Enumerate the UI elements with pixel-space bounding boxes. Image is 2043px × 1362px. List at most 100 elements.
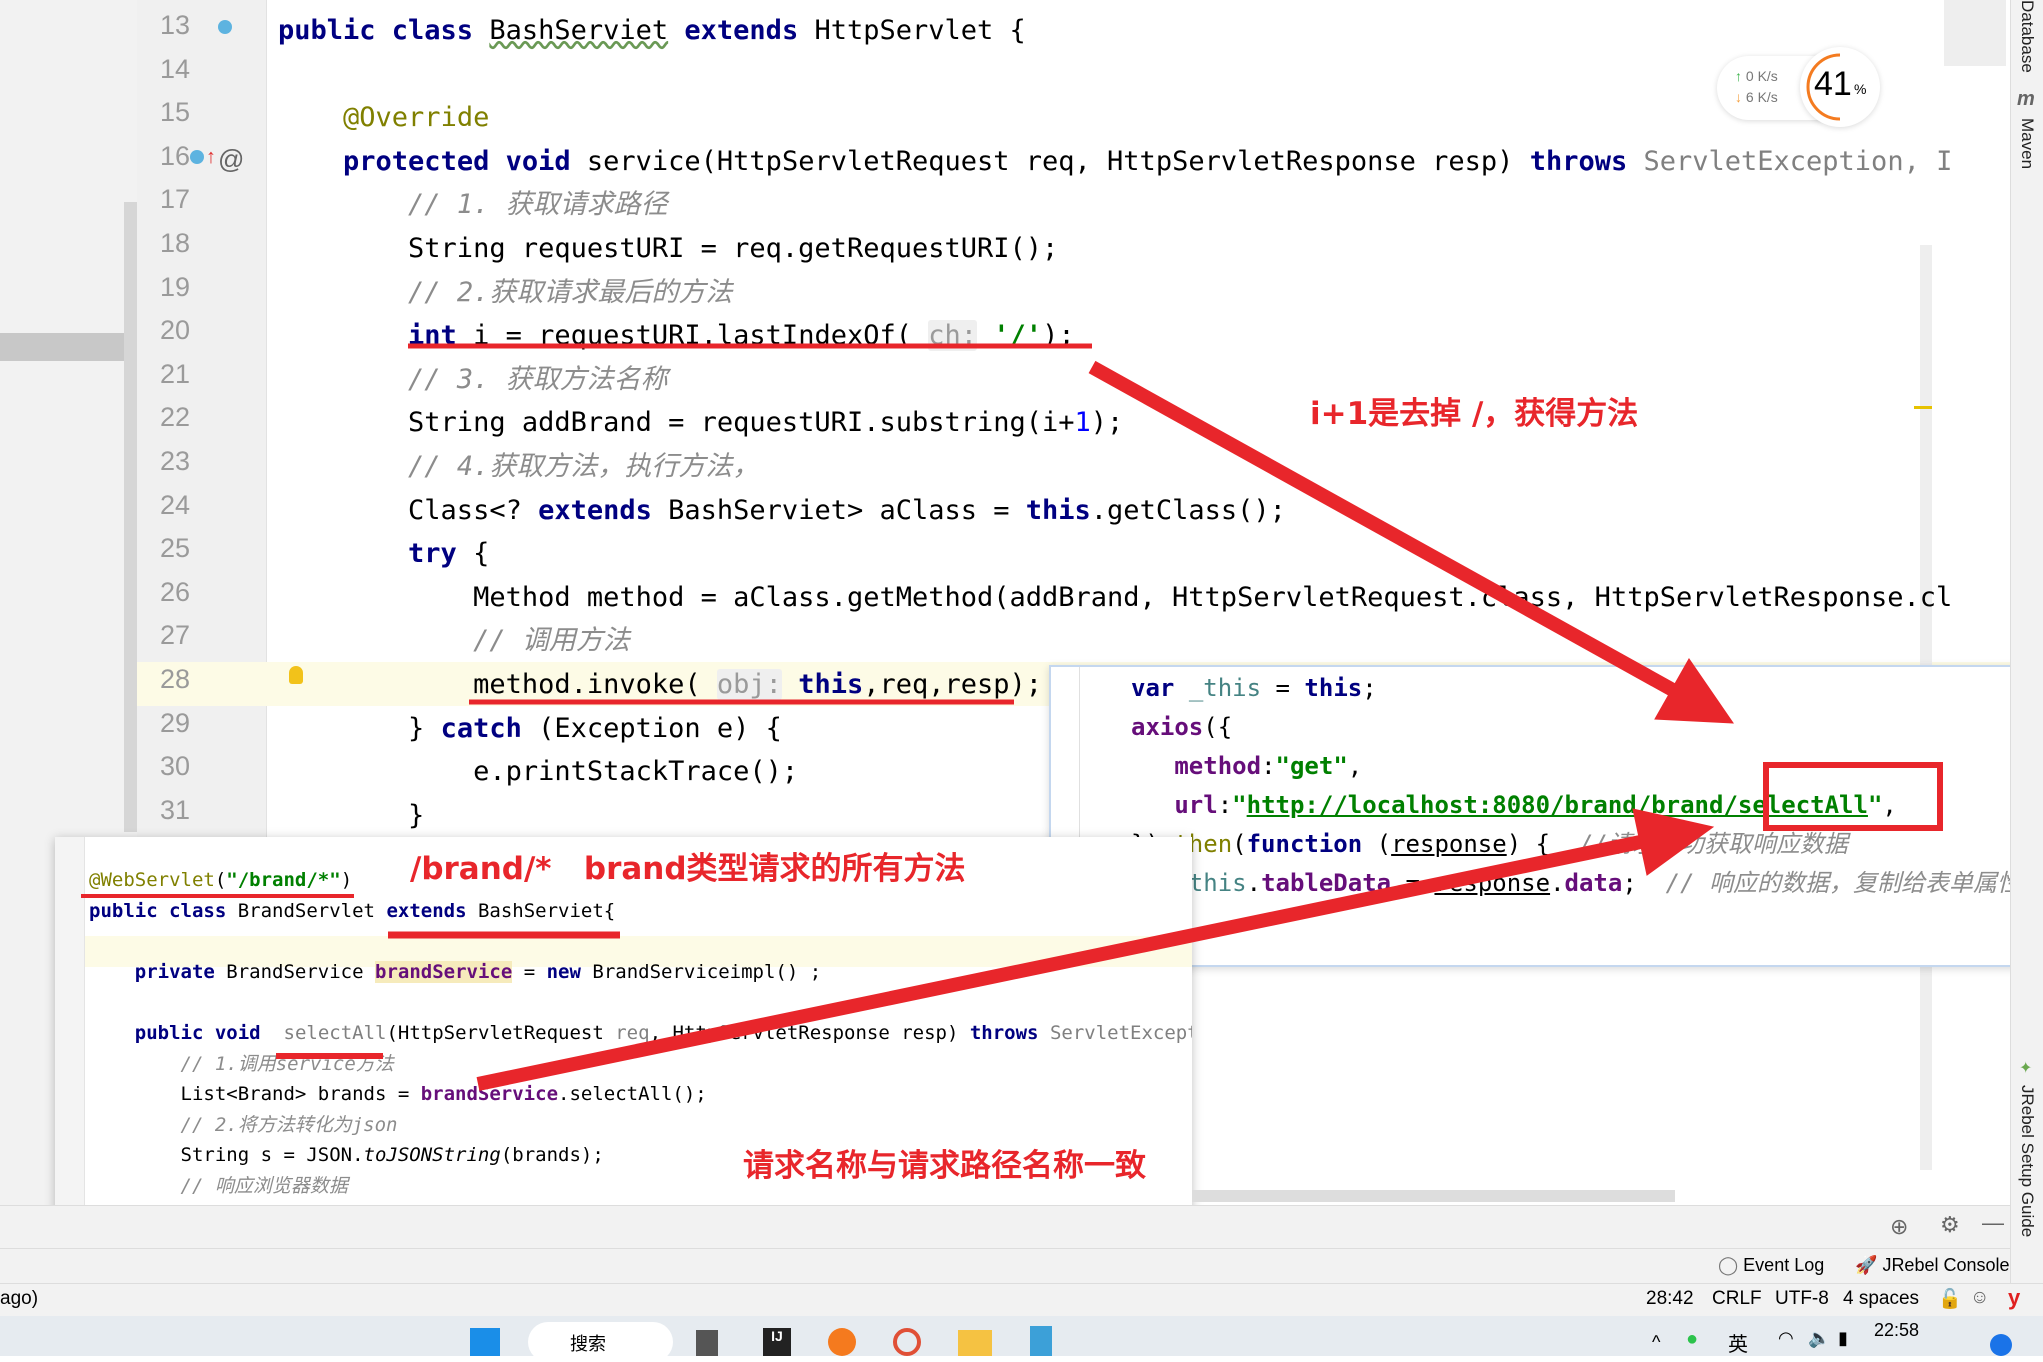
code-token: this [1025,494,1091,526]
code-token: public void [134,1022,273,1044]
line-number[interactable]: 13 [140,10,190,41]
crosshair-icon[interactable]: ⊕ [1890,1214,1908,1240]
unit: K/s [1757,68,1778,84]
youdao-icon[interactable]: y [2008,1285,2020,1311]
gear-icon[interactable]: ⚙ [1940,1212,1960,1238]
wifi-icon[interactable]: ◠ [1778,1328,1794,1349]
taskbar-search[interactable]: 搜索 [528,1322,673,1362]
code-token: ({ [1203,713,1233,741]
line-number[interactable]: 25 [140,533,190,564]
file-encoding[interactable]: UTF-8 [1775,1288,1829,1310]
line-number[interactable]: 21 [140,359,190,390]
download-speed: 6 [1745,89,1754,105]
code-token: brandService [375,960,513,983]
line-number[interactable]: 24 [140,490,190,521]
line-number[interactable]: 16 [140,141,190,172]
battery-icon[interactable]: ▮ [1838,1328,1848,1349]
firefox-icon[interactable] [828,1328,856,1356]
app-icon[interactable] [893,1328,921,1356]
jrebel-console-tab[interactable]: 🚀 JRebel Console [1855,1255,2010,1276]
maven-icon: m [2017,88,2035,110]
ime-indicator[interactable]: 英 [1728,1328,1748,1357]
arrow-up-icon[interactable]: ↑ [206,146,216,169]
minimap[interactable] [1944,0,2006,66]
task-view-icon[interactable] [696,1330,718,1356]
line-number[interactable]: 28 [140,664,190,695]
line-number[interactable]: 22 [140,402,190,433]
code-line: // 1.调用service方法 [89,1049,394,1080]
line-number[interactable]: 30 [140,751,190,782]
code-token: int [408,320,457,352]
line-number[interactable]: 14 [140,54,190,85]
indent-setting[interactable]: 4 spaces [1843,1288,1919,1310]
code-line: } catch (Exception e) { [278,707,782,751]
code-token: (HttpServletRequest [386,1022,616,1044]
line-number[interactable]: 17 [140,184,190,215]
status-bar: ago) 28:42 CRLF UTF-8 4 spaces 🔓 ☺ y [0,1283,2043,1316]
status-message[interactable]: ago) [0,1288,38,1310]
code-token: req [615,1022,650,1044]
code-line: // 2.将方法转化为json [89,1110,398,1141]
minimize-icon[interactable]: — [1982,1210,2004,1236]
windows-start-icon[interactable] [470,1328,500,1356]
lightbulb-icon[interactable] [289,666,303,684]
left-panel-scrollbar[interactable] [124,202,137,832]
code-token: ServletExcept [1049,1022,1192,1044]
code-token: { [456,538,490,570]
horizontal-scrollbar[interactable] [1192,1190,1675,1202]
lock-icon[interactable]: 🔓 [1938,1287,1962,1311]
code-line: String addBrand = requestURI.substring(i… [278,401,1123,445]
annotation-brand-path: /brand/* brand类型请求的所有方法 [410,851,966,887]
chevron-up-icon[interactable]: ^ [1652,1332,1660,1353]
event-log-tab[interactable]: ◯ Event Log [1718,1255,1824,1276]
caret-position[interactable]: 28:42 [1646,1288,1694,1310]
line-number[interactable]: 29 [140,708,190,739]
at-icon[interactable]: @ [218,144,244,175]
line-separator[interactable]: CRLF [1712,1288,1762,1310]
code-line: // 3. 获取方法名称 [278,358,668,402]
wechat-icon[interactable]: ● [1686,1328,1698,1351]
tool-tabs-bar: ◯ Event Log 🚀 JRebel Console [0,1248,2010,1283]
code-token: response [1391,830,1507,858]
maven-tab[interactable]: Maven [2017,118,2037,169]
intellij-icon[interactable]: IJ [763,1328,791,1356]
line-number[interactable]: 26 [140,577,190,608]
code-token: , [1882,791,1897,819]
database-tab[interactable]: Database [2017,0,2037,73]
code-line: public class BrandServlet extends BashSe… [89,896,615,927]
warning-marker[interactable] [1914,406,1932,409]
inspector-icon[interactable]: ☺ [1970,1287,1989,1309]
volume-icon[interactable]: 🔈 [1808,1328,1830,1349]
line-number[interactable]: 20 [140,315,190,346]
notification-badge[interactable] [1990,1334,2012,1356]
code-line: @Override [278,96,489,140]
code-line: String requestURI = req.getRequestURI(); [278,227,1058,271]
search-label: 搜索 [570,1334,606,1354]
code-token: obj: [716,669,782,700]
code-line: // 2.获取请求最后的方法 [278,271,732,315]
implemented-method-icon[interactable] [218,20,232,34]
line-number[interactable]: 27 [140,620,190,651]
memory-gauge: 41 % [1800,47,1880,127]
line-number[interactable]: 23 [140,446,190,477]
code-token: BashServiet [489,15,669,46]
code-token: throws [969,1022,1050,1044]
line-number[interactable]: 31 [140,795,190,826]
code-token: // 响应浏览器数据 [180,1175,348,1197]
jrebel-setup-guide-tab[interactable]: JRebel Setup Guide [2017,1085,2037,1237]
line-number[interactable]: 19 [140,272,190,303]
clock[interactable]: 22:58 [1874,1320,1919,1341]
notepad-icon[interactable] [1030,1326,1052,1356]
line-number[interactable]: 15 [140,97,190,128]
code-line: Method method = aClass.getMethod(addBran… [278,576,1952,620]
file-explorer-icon[interactable] [958,1330,992,1356]
override-method-icon[interactable] [190,150,204,164]
line-number[interactable]: 18 [140,228,190,259]
code-token: extends [684,15,815,46]
code-line: protected void service(HttpServletReques… [278,140,1952,184]
